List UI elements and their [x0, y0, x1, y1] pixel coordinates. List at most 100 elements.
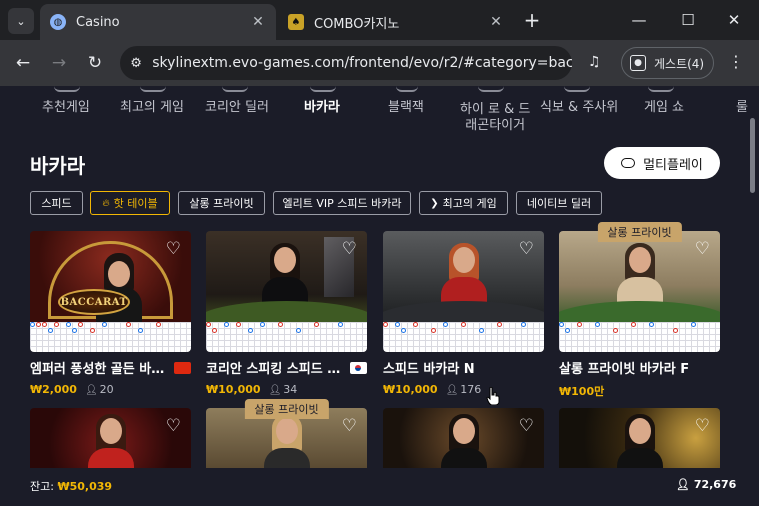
game-card[interactable]: ♡ 스피드 바카라 N ₩10,000 👤︎ 176: [383, 231, 544, 396]
total-players: 👤︎ 72,676: [676, 478, 736, 491]
close-tab-icon[interactable]: ✕: [250, 14, 266, 30]
game-meta: ₩2,000 👤︎ 20: [30, 383, 191, 396]
player-count-value: 176: [460, 383, 482, 396]
scrollbar-thumb[interactable]: [750, 118, 755, 193]
min-bet: ₩10,000: [206, 383, 261, 396]
favorite-heart-icon[interactable]: ♡: [166, 239, 181, 259]
multiplay-button[interactable]: 멀티플레이: [604, 147, 720, 179]
korea-flag-icon: [350, 361, 367, 374]
person-icon: 👤︎: [676, 478, 690, 491]
game-card[interactable]: BACCARAT ♡ 엠퍼러 풍성한 골든 바카... ₩2,000 👤︎ 20: [30, 231, 191, 396]
min-bet: ₩10,000: [383, 383, 438, 396]
filter-salon-prive[interactable]: 살롱 프라이빗: [178, 191, 265, 215]
category-recommended[interactable]: 추천게임: [42, 100, 90, 116]
game-card[interactable]: ♡: [383, 408, 544, 468]
game-meta: ₩100만: [559, 383, 720, 399]
category-baccarat[interactable]: 바카라: [304, 100, 340, 116]
category-game-show[interactable]: 게임 쇼: [644, 100, 684, 116]
game-name: 코리안 스피킹 스피드 바...: [206, 362, 346, 377]
new-tab-button[interactable]: +: [520, 8, 544, 32]
person-icon: 👤︎: [84, 385, 98, 396]
baccarat-logo-text: BACCARAT: [60, 296, 128, 308]
hand-cursor-icon: [486, 387, 500, 405]
game-thumbnail[interactable]: BACCARAT ♡: [30, 231, 191, 322]
game-thumbnail[interactable]: ♡: [559, 408, 720, 468]
favorite-heart-icon[interactable]: ♡: [166, 416, 181, 436]
tab-casino[interactable]: ◍ Casino ✕: [40, 4, 276, 40]
game-name: 스피드 바카라 N: [383, 362, 475, 377]
china-flag-icon: [174, 361, 191, 374]
balance-bar: 잔고: ₩50,039 👤︎ 72,676: [0, 470, 750, 506]
combo-icon: ♠: [288, 14, 304, 30]
filter-top-games[interactable]: ❯ 최고의 게임: [419, 191, 508, 215]
player-count: 👤︎ 34: [269, 383, 298, 396]
category-sicbo-dice[interactable]: 식보 & 주사위: [540, 100, 618, 116]
multiplay-label: 멀티플레이: [643, 157, 703, 173]
profile-button[interactable]: ● 게스트(4): [621, 47, 714, 79]
game-name: 엠퍼러 풍성한 골든 바카...: [30, 362, 170, 377]
game-card[interactable]: ♡: [30, 408, 191, 468]
filter-native-dealer[interactable]: 네이티브 딜러: [516, 191, 602, 215]
person-icon: 👤︎: [445, 385, 459, 396]
person-icon: ●: [630, 55, 646, 71]
url-text: skylinextm.evo-games.com/frontend/evo/r2…: [152, 55, 572, 71]
game-card[interactable]: ♡ 코리안 스피킹 스피드 바... ₩10,000 👤︎ 34: [206, 231, 367, 396]
category-nav: 추천게임 최고의 게임 코리안 딜러 바카라 블랙잭 하이 로 & 드 래곤타이…: [0, 86, 750, 136]
favorite-heart-icon[interactable]: ♡: [342, 416, 357, 436]
address-bar[interactable]: ⚙ skylinextm.evo-games.com/frontend/evo/…: [120, 46, 572, 80]
game-card[interactable]: 살롱 프라이빗 ♡: [206, 399, 367, 468]
chevron-icon: ❯: [430, 197, 439, 209]
balance-value: ₩50,039: [57, 480, 113, 493]
game-name-row: 코리안 스피킹 스피드 바...: [206, 358, 367, 377]
browser-tab-strip: ⌄ ◍ Casino ✕ ♠ COMBO카지노 ✕ + — ☐ ✕: [0, 0, 759, 40]
tab-search-button[interactable]: ⌄: [8, 8, 34, 34]
category-roulette[interactable]: 룰: [736, 100, 748, 116]
game-thumbnail[interactable]: ♡: [383, 231, 544, 322]
back-button[interactable]: ←: [10, 50, 36, 76]
balance: 잔고: ₩50,039: [30, 478, 112, 494]
filter-label: 핫 테이블: [113, 197, 158, 210]
media-controls-icon[interactable]: ♫: [588, 54, 601, 70]
game-thumbnail[interactable]: ♡: [383, 408, 544, 468]
player-count-value: 34: [283, 383, 298, 396]
game-card[interactable]: 살롱 프라이빗 ♡ 살롱 프라이빗 바카라 F ₩100만: [559, 222, 720, 399]
tab-title: Casino: [76, 14, 120, 30]
game-thumbnail[interactable]: ♡: [559, 231, 720, 322]
minimize-button[interactable]: —: [617, 6, 661, 34]
site-info-icon[interactable]: ⚙: [120, 56, 152, 71]
filter-hot-tables[interactable]: 🔥︎ 핫 테이블: [90, 191, 170, 215]
filter-label: 스피드: [41, 197, 72, 210]
game-thumbnail[interactable]: ♡: [206, 231, 367, 322]
reload-button[interactable]: ↻: [82, 50, 108, 76]
multiplay-icon: [621, 158, 636, 168]
category-korean-dealer[interactable]: 코리안 딜러: [205, 100, 269, 116]
filter-label: 최고의 게임: [442, 197, 497, 210]
filter-elite-vip[interactable]: 엘리트 VIP 스피드 바카라: [273, 191, 411, 215]
roadmap: [30, 322, 191, 352]
favorite-heart-icon[interactable]: ♡: [695, 239, 710, 259]
filter-speed[interactable]: 스피드: [30, 191, 83, 215]
favorite-heart-icon[interactable]: ♡: [695, 416, 710, 436]
category-hilo-dragon-tiger[interactable]: 하이 로 & 드 래곤타이거: [460, 102, 530, 134]
tab-combo[interactable]: ♠ COMBO카지노 ✕: [278, 4, 514, 40]
menu-icon[interactable]: ⋮: [728, 52, 744, 71]
close-window-button[interactable]: ✕: [712, 6, 756, 34]
favorite-heart-icon[interactable]: ♡: [519, 239, 534, 259]
salon-prive-badge: 살롱 프라이빗: [244, 399, 329, 419]
flame-icon: 🔥︎: [102, 197, 110, 209]
casino-page: 추천게임 최고의 게임 코리안 딜러 바카라 블랙잭 하이 로 & 드 래곤타이…: [0, 86, 759, 506]
forward-button[interactable]: →: [46, 50, 72, 76]
favorite-heart-icon[interactable]: ♡: [519, 416, 534, 436]
close-tab-icon[interactable]: ✕: [488, 14, 504, 30]
category-top-games[interactable]: 최고의 게임: [120, 100, 184, 116]
roadmap: [206, 322, 367, 352]
min-bet: ₩2,000: [30, 383, 77, 396]
game-thumbnail[interactable]: ♡: [30, 408, 191, 468]
game-card[interactable]: ♡: [559, 408, 720, 468]
total-players-value: 72,676: [693, 478, 737, 491]
game-meta: ₩10,000 👤︎ 34: [206, 383, 367, 396]
category-blackjack[interactable]: 블랙잭: [388, 100, 424, 116]
maximize-button[interactable]: ☐: [666, 6, 710, 34]
player-count-value: 20: [99, 383, 114, 396]
favorite-heart-icon[interactable]: ♡: [342, 239, 357, 259]
